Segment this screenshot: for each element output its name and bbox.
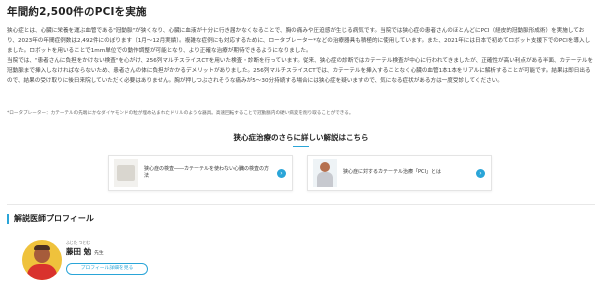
related-card-label: 狭心症の検査――カテーテルを使わない心臓の検査の方法	[144, 165, 270, 180]
doctor-name-text: 藤田 勉	[66, 247, 92, 256]
heart-model-image	[114, 159, 138, 187]
footnote: *ロータブレーター：カテーテルの先端にかなダイヤモンドの粒が埋め込まれたドリルの…	[7, 111, 354, 116]
article-body: 狭心症とは、心臓に栄養を運ぶ血管である"冠動脈"が狭くなり、心臓に血液が十分に行…	[7, 26, 595, 86]
paragraph: 当院では、"患者さんに負担をかけない検査"を心がけ、256列マルチスライスCTを…	[7, 58, 594, 84]
related-title-text: 狭心症治療のさらに詳しい解説はこちら	[234, 132, 369, 147]
doctor-name: 藤田 勉先生	[66, 246, 104, 257]
related-card-label: 狭心症に対するカテーテル治療「PCI」とは	[343, 169, 441, 176]
article-page: 年間約2,500件のPCIを実施 狭心症とは、心臓に栄養を運ぶ血管である"冠動脈…	[0, 0, 602, 294]
related-card-ct-exam[interactable]: 狭心症の検査――カテーテルを使わない心臓の検査の方法 ›	[108, 155, 293, 191]
related-card-pci[interactable]: 狭心症に対するカテーテル治療「PCI」とは ›	[307, 155, 492, 191]
doctor-photo	[313, 159, 337, 187]
profile-heading: 解説医師プロフィール	[7, 214, 94, 224]
chevron-right-icon: ›	[277, 168, 286, 178]
profile-detail-button[interactable]: プロフィール詳細を見る	[66, 263, 148, 275]
section-heading: 年間約2,500件のPCIを実施	[7, 6, 147, 18]
divider	[7, 204, 595, 205]
related-title: 狭心症治療のさらに詳しい解説はこちら	[0, 132, 602, 147]
paragraph: 狭心症とは、心臓に栄養を運ぶ血管である"冠動脈"が狭くなり、心臓に血液が十分に行…	[7, 28, 591, 54]
doctor-honorific: 先生	[94, 251, 104, 256]
avatar	[22, 240, 62, 280]
chevron-right-icon: ›	[476, 168, 485, 178]
